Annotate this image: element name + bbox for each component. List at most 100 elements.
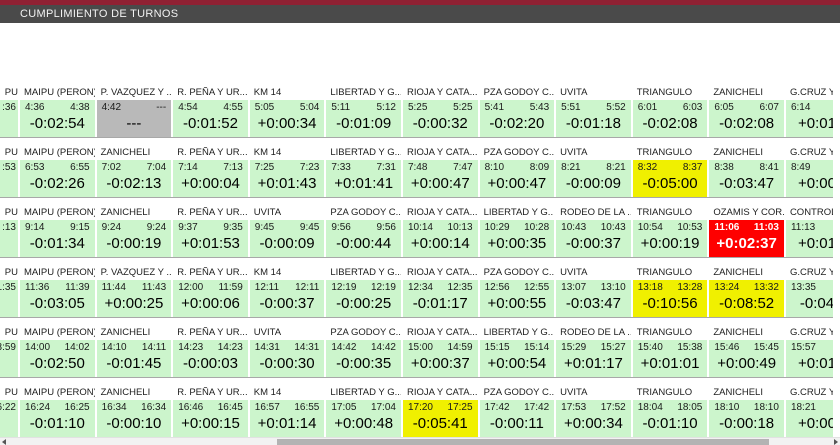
shift-cell[interactable]: 10:4310:43-0:00:37: [556, 220, 631, 257]
shift-cell[interactable]: 7:487:47+0:00:47: [403, 160, 478, 197]
time-actual: 11:59: [218, 282, 242, 293]
shift-cell[interactable]: 7:337:31+0:01:41: [326, 160, 401, 197]
shift-cell[interactable]: 5:515:52-0:01:18: [556, 100, 631, 137]
shift-cell[interactable]: 9:379:35+0:01:53: [173, 220, 248, 257]
shift-cell[interactable]: 13:0713:10-0:03:47: [556, 280, 631, 317]
shift-cell[interactable]: 11:3611:39-0:03:05: [20, 280, 95, 317]
shift-cell[interactable]: 11:13+0:01:5: [786, 220, 833, 257]
shift-cell[interactable]: 8:49+0:00:2: [786, 160, 833, 197]
shift-cell[interactable]: 10:2910:28+0:00:35: [480, 220, 555, 257]
time-scheduled: 5:51: [561, 102, 580, 113]
shift-cell[interactable]: 4:544:55-0:01:52: [173, 100, 248, 137]
shift-cell[interactable]: 12:0011:59+0:00:06: [173, 280, 248, 317]
shift-cell-partial[interactable]: :13: [0, 220, 18, 257]
time-scheduled: 15:29: [561, 342, 586, 353]
time-actual: 4:38: [70, 102, 89, 113]
shift-cell[interactable]: 12:1112:11-0:00:37: [250, 280, 325, 317]
cell-times: 8:108:09: [480, 162, 555, 173]
shift-cell[interactable]: 8:108:09+0:00:47: [480, 160, 555, 197]
shift-cell[interactable]: 5:255:25-0:00:32: [403, 100, 478, 137]
shift-cell[interactable]: 16:2416:25-0:01:10: [20, 400, 95, 437]
shift-cell[interactable]: 14:4214:42-0:00:35: [326, 340, 401, 377]
cell-times: 11:13: [786, 222, 833, 233]
delay-value: -0:00:32: [403, 115, 478, 133]
station-header: CONTROL M: [786, 207, 833, 218]
delay-value: +0:01:41: [326, 175, 401, 193]
shift-cell[interactable]: 16:4616:45+0:00:15: [173, 400, 248, 437]
shift-cell-partial[interactable]: 6:22: [0, 400, 18, 437]
shift-cell[interactable]: 15:0014:59+0:00:37: [403, 340, 478, 377]
shift-cell[interactable]: 16:5716:55+0:01:14: [250, 400, 325, 437]
shift-cell[interactable]: 10:1410:13+0:00:14: [403, 220, 478, 257]
shift-cell[interactable]: 18:1018:10-0:00:18: [709, 400, 784, 437]
shift-cell[interactable]: 13:2413:32-0:08:52: [709, 280, 784, 317]
shift-cell[interactable]: 17:5317:52+0:00:34: [556, 400, 631, 437]
delay-value: +0:00:55: [480, 295, 555, 313]
shift-cell[interactable]: 6:14+0:01:3: [786, 100, 833, 137]
scroll-right-icon[interactable]: [834, 439, 838, 445]
shift-cell[interactable]: 17:0517:04+0:00:48: [326, 400, 401, 437]
shift-cell[interactable]: 5:415:43-0:02:20: [480, 100, 555, 137]
shift-cell-partial[interactable]: :53: [0, 160, 18, 197]
shift-cell[interactable]: 6:056:07-0:02:08: [709, 100, 784, 137]
shift-cell[interactable]: 6:536:55-0:02:26: [20, 160, 95, 197]
delay-value: +0:00:04: [173, 175, 248, 193]
shift-cell[interactable]: 8:388:41-0:03:47: [709, 160, 784, 197]
shift-cell[interactable]: 14:3114:31-0:00:30: [250, 340, 325, 377]
shift-cell[interactable]: 8:218:21-0:00:09: [556, 160, 631, 197]
shift-cell[interactable]: 13:1813:28-0:10:56: [633, 280, 708, 317]
shift-cell[interactable]: 9:149:15-0:01:34: [20, 220, 95, 257]
shift-cell[interactable]: 17:2017:25-0:05:41: [403, 400, 478, 437]
shift-cell[interactable]: 7:147:13+0:00:04: [173, 160, 248, 197]
time-actual: 11:39: [65, 282, 89, 293]
time-scheduled: 8:49: [791, 162, 810, 173]
shift-cell[interactable]: 6:016:03-0:02:08: [633, 100, 708, 137]
shift-cell[interactable]: 7:027:04-0:02:13: [97, 160, 172, 197]
shift-cell[interactable]: 7:257:23+0:01:43: [250, 160, 325, 197]
delay-value: -0:01:17: [403, 295, 478, 313]
shift-cell[interactable]: 12:3412:35-0:01:17: [403, 280, 478, 317]
cell-times: 6:536:55: [20, 162, 95, 173]
shift-cell[interactable]: 15:1515:14+0:00:54: [480, 340, 555, 377]
time-actual: 9:24: [147, 222, 166, 233]
shift-cell[interactable]: 14:0014:02-0:02:50: [20, 340, 95, 377]
shift-cell[interactable]: 15:4615:45+0:00:49: [709, 340, 784, 377]
shift-cell[interactable]: 8:328:37-0:05:00: [633, 160, 708, 197]
shift-cell-partial[interactable]: :36: [0, 100, 18, 137]
shift-cell[interactable]: 15:57+0:01:0: [786, 340, 833, 377]
shift-cell[interactable]: 9:569:56-0:00:44: [326, 220, 401, 257]
shift-cell[interactable]: 4:42------: [97, 100, 172, 137]
time-actual: 6:22: [0, 402, 16, 413]
shift-cell[interactable]: 11:0611:03+0:02:37: [709, 220, 784, 257]
shift-cell-partial[interactable]: 1:35: [0, 280, 18, 317]
delay-value: -0:05:00: [633, 175, 708, 193]
shift-cell[interactable]: 14:1014:11-0:01:45: [97, 340, 172, 377]
shift-cell[interactable]: 12:5612:55+0:00:55: [480, 280, 555, 317]
cell-times: 16:2416:25: [20, 402, 95, 413]
shift-cell[interactable]: 11:4411:43+0:00:25: [97, 280, 172, 317]
shift-cell[interactable]: 5:115:12-0:01:09: [326, 100, 401, 137]
shift-cell[interactable]: 10:5410:53+0:00:19: [633, 220, 708, 257]
time-scheduled: 17:42: [485, 402, 510, 413]
shift-cell[interactable]: 15:4015:38+0:01:01: [633, 340, 708, 377]
scrollbar-thumb[interactable]: [277, 439, 769, 445]
horizontal-scrollbar[interactable]: [0, 437, 840, 445]
shift-cell[interactable]: 9:459:45-0:00:09: [250, 220, 325, 257]
shift-cell-partial[interactable]: 3:59: [0, 340, 18, 377]
shift-cell[interactable]: 5:055:04+0:00:34: [250, 100, 325, 137]
time-scheduled: 9:37: [178, 222, 197, 233]
scroll-left-icon[interactable]: [2, 439, 6, 445]
shift-cell[interactable]: 13:35-0:04:2: [786, 280, 833, 317]
shift-cell[interactable]: 9:249:24-0:00:19: [97, 220, 172, 257]
shift-cell[interactable]: 16:3416:34-0:00:10: [97, 400, 172, 437]
shift-cell[interactable]: 4:364:38-0:02:54: [20, 100, 95, 137]
shift-cell[interactable]: 12:1912:19-0:00:25: [326, 280, 401, 317]
shift-cell[interactable]: 17:4217:42-0:00:11: [480, 400, 555, 437]
time-actual: 15:45: [754, 342, 779, 353]
shift-cell[interactable]: 14:2314:23-0:00:03: [173, 340, 248, 377]
time-actual: 14:02: [65, 342, 90, 353]
shift-cell[interactable]: 18:0418:05-0:01:10: [633, 400, 708, 437]
station-header-row: PUMAIPU (PERON)ZANICHELIR. PEÑA Y UR...K…: [0, 145, 833, 160]
shift-cell[interactable]: 18:21+0:00:4: [786, 400, 833, 437]
shift-cell[interactable]: 15:2915:27+0:01:17: [556, 340, 631, 377]
